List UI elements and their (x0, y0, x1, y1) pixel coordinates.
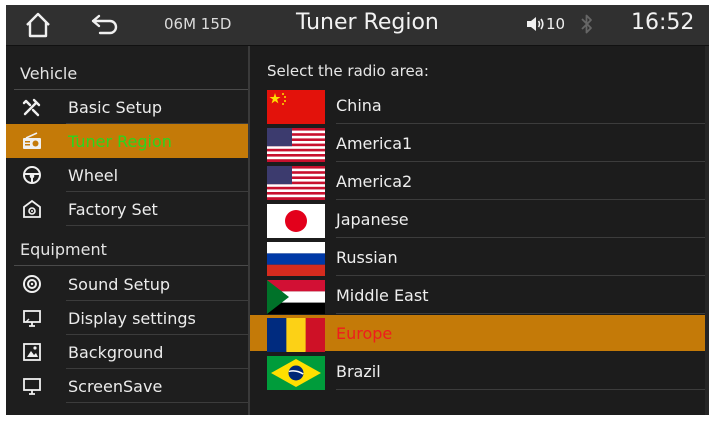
tools-icon (22, 98, 41, 117)
sidebar-item-screensave[interactable]: ScreenSave (6, 369, 248, 403)
brazil-flag-icon (267, 356, 325, 390)
divider (14, 265, 248, 266)
usa-flag-icon (267, 166, 325, 200)
sidebar-item-wheel[interactable]: Wheel (6, 158, 248, 192)
usa-flag-icon (267, 128, 325, 162)
middle-east-flag-icon (267, 280, 325, 314)
instruction-text: Select the radio area: (267, 62, 429, 80)
region-label: Russian (336, 248, 398, 267)
japan-flag-icon (267, 204, 325, 238)
factory-icon (23, 199, 41, 218)
sidebar-item-label: ScreenSave (68, 377, 163, 396)
region-label: Europe (336, 324, 393, 343)
date-status: 06M 15D (164, 15, 232, 33)
sidebar-item-label: Display settings (68, 309, 196, 328)
top-bar: 06M 15D Tuner Region 10 16:52 (6, 5, 709, 46)
sidebar-item-basic-setup[interactable]: Basic Setup (6, 90, 248, 124)
steering-wheel-icon (23, 166, 41, 184)
region-panel: Select the radio area: China America1 Am… (250, 46, 709, 415)
display-icon (23, 310, 41, 327)
region-item-russian[interactable]: Russian (250, 238, 709, 276)
sidebar-item-factory-set[interactable]: Factory Set (6, 192, 248, 226)
home-icon[interactable] (24, 11, 52, 39)
volume-icon[interactable] (525, 14, 545, 34)
europe-flag-icon (267, 318, 325, 352)
sidebar-item-background[interactable]: Background (6, 335, 248, 369)
region-item-china[interactable]: China (250, 86, 709, 124)
sidebar-item-sound-setup[interactable]: Sound Setup (6, 267, 248, 301)
background-icon (23, 343, 41, 361)
back-icon[interactable] (90, 12, 120, 38)
divider (336, 389, 705, 390)
scrollbar[interactable] (705, 46, 709, 415)
region-item-america2[interactable]: America2 (250, 162, 709, 200)
region-label: China (336, 96, 382, 115)
region-item-europe[interactable]: Europe (250, 314, 709, 352)
region-label: America1 (336, 134, 413, 153)
monitor-icon (23, 378, 41, 395)
app-window: 06M 15D Tuner Region 10 16:52 Vehicle Ba… (6, 5, 709, 415)
sidebar-item-tuner-region[interactable]: Tuner Region (6, 124, 248, 158)
russia-flag-icon (267, 242, 325, 276)
page-title: Tuner Region (296, 10, 439, 35)
sidebar-item-label: Background (68, 343, 164, 362)
section-header-equipment: Equipment (6, 232, 248, 266)
sidebar-item-label: Tuner Region (68, 132, 172, 151)
region-item-brazil[interactable]: Brazil (250, 352, 709, 390)
bluetooth-icon (581, 14, 592, 34)
sidebar: Vehicle Basic Setup Tuner Region Wheel F… (6, 46, 250, 415)
region-item-middle-east[interactable]: Middle East (250, 276, 709, 314)
sidebar-item-label: Basic Setup (68, 98, 163, 117)
sidebar-item-display-settings[interactable]: Display settings (6, 301, 248, 335)
china-flag-icon (267, 90, 325, 124)
radio-icon (23, 132, 41, 149)
region-label: America2 (336, 172, 413, 191)
region-label: Middle East (336, 286, 429, 305)
region-item-america1[interactable]: America1 (250, 124, 709, 162)
clock: 16:52 (631, 10, 695, 35)
sidebar-item-label: Sound Setup (68, 275, 171, 294)
sidebar-item-label: Factory Set (68, 200, 158, 219)
region-label: Japanese (336, 210, 409, 229)
divider (66, 402, 248, 403)
speaker-icon (23, 275, 41, 293)
region-label: Brazil (336, 362, 381, 381)
region-item-japanese[interactable]: Japanese (250, 200, 709, 238)
sidebar-item-label: Wheel (68, 166, 119, 185)
section-label: Equipment (20, 240, 107, 259)
divider (66, 225, 248, 226)
section-label: Vehicle (20, 64, 78, 83)
section-header-vehicle: Vehicle (6, 56, 248, 90)
volume-level: 10 (546, 15, 566, 33)
